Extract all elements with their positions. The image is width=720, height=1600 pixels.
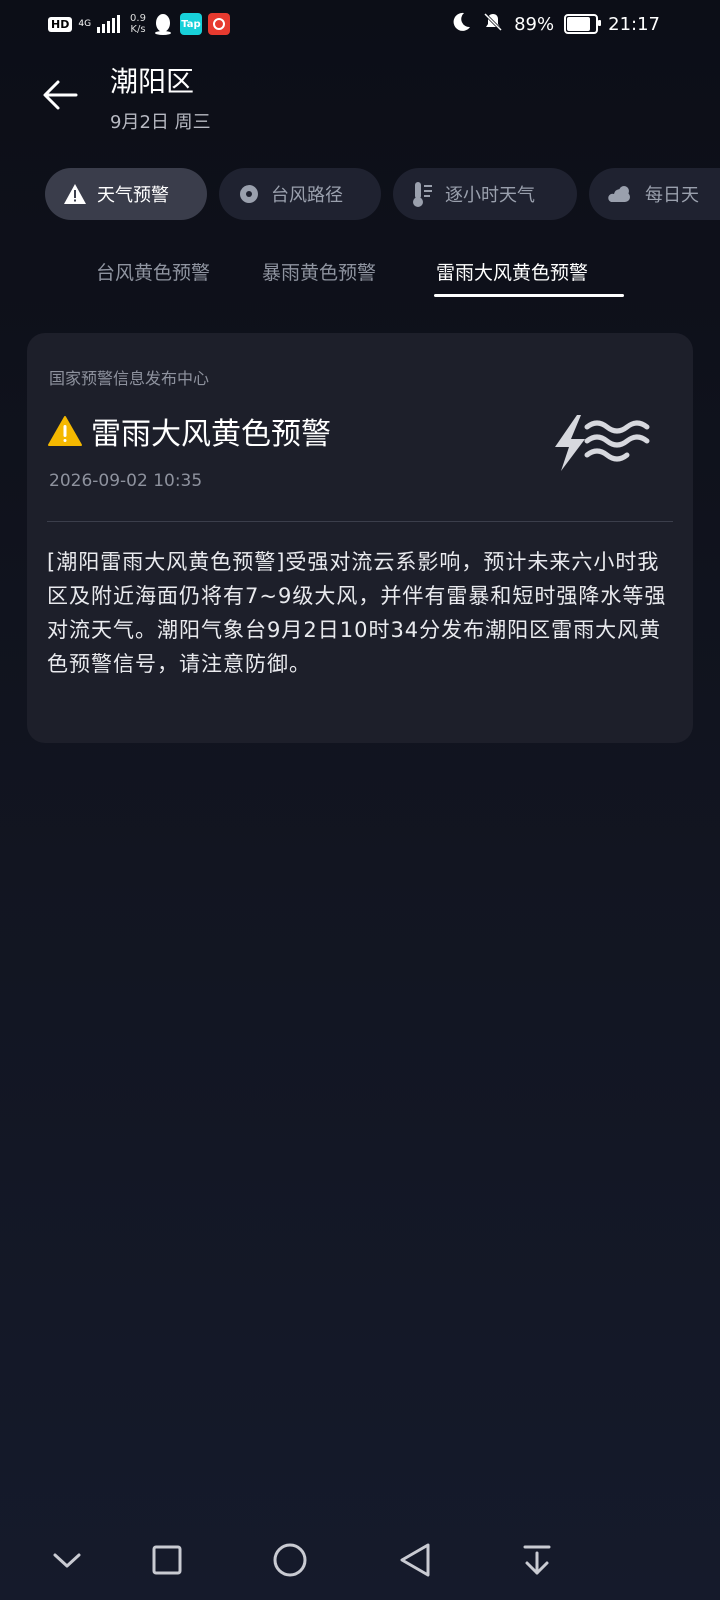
recents-icon: [152, 1545, 182, 1575]
china-mobile-icon: [207, 13, 230, 35]
thermometer-icon: [413, 182, 432, 207]
back-icon: [400, 1543, 430, 1577]
status-right: 89% 21:17: [450, 10, 660, 38]
warning-card: 国家预警信息发布中心 雷雨大风黄色预警 2026-09-02 10:35 [潮阳…: [27, 333, 693, 743]
chip-daily-weather[interactable]: 每日天: [589, 168, 720, 220]
collapse-icon: [53, 1553, 81, 1568]
speed-unit: K/s: [130, 24, 146, 35]
chip-label: 天气预警: [97, 185, 169, 206]
card-divider: [47, 521, 673, 522]
system-nav-bar: [0, 1520, 720, 1600]
warning-timestamp: 2026-09-02 10:35: [49, 471, 203, 491]
network-speed: 0.9 K/s: [130, 13, 146, 35]
notification-pull-button[interactable]: [515, 1538, 559, 1582]
network-type: 4G: [78, 19, 92, 29]
back-button[interactable]: [40, 74, 82, 116]
typhoon-icon: [239, 182, 258, 203]
taptap-icon: Tap: [179, 13, 202, 35]
speed-value: 0.9: [130, 13, 146, 24]
warning-heading: 雷雨大风黄色预警: [47, 409, 331, 453]
collapse-button[interactable]: [45, 1538, 89, 1582]
battery-percent: 89%: [514, 13, 555, 35]
battery-fill: [567, 17, 591, 31]
qq-icon: [152, 13, 174, 35]
chip-typhoon-path[interactable]: 台风路径: [219, 168, 381, 220]
back-nav-button[interactable]: [393, 1538, 437, 1582]
page-title: 潮阳区: [110, 65, 195, 98]
moon-icon: [450, 11, 472, 38]
page-subtitle: 9月2日 周三: [110, 112, 211, 133]
signal-icon: [97, 15, 121, 33]
feature-chips: 天气预警 台风路径 逐小时天气 每日天: [45, 168, 720, 222]
battery-icon: [564, 14, 602, 34]
tab-rainstorm-yellow[interactable]: 暴雨黄色预警: [262, 258, 376, 285]
active-tab-indicator: [434, 294, 624, 297]
hd-badge: HD: [48, 16, 73, 32]
status-bar: HD 4G 0.9 K/s Tap 89% 21:17: [0, 0, 720, 48]
warning-source: 国家预警信息发布中心: [49, 369, 210, 388]
partly-cloudy-icon: [608, 186, 630, 202]
chip-weather-warning[interactable]: 天气预警: [45, 168, 207, 220]
warning-icon: [64, 184, 86, 204]
chip-label: 台风路径: [271, 185, 343, 206]
home-button[interactable]: [268, 1538, 312, 1582]
chip-label: 每日天: [645, 185, 699, 206]
clock: 21:17: [608, 13, 660, 35]
status-left: HD 4G 0.9 K/s Tap: [48, 10, 230, 38]
yellow-warning-icon: [48, 416, 82, 446]
chip-hourly-weather[interactable]: 逐小时天气: [393, 168, 577, 220]
home-icon: [273, 1543, 307, 1577]
warning-title: 雷雨大风黄色预警: [91, 417, 331, 452]
chip-label: 逐小时天气: [445, 185, 535, 206]
tab-typhoon-yellow[interactable]: 台风黄色预警: [96, 258, 210, 285]
arrow-left-icon: [43, 80, 78, 110]
thunder-wind-icon: [555, 415, 650, 471]
notification-pull-icon: [523, 1545, 551, 1575]
recents-button[interactable]: [145, 1538, 189, 1582]
mute-bell-icon: [482, 11, 504, 38]
tab-thunder-wind-yellow[interactable]: 雷雨大风黄色预警: [436, 258, 588, 285]
warning-body: [潮阳雷雨大风黄色预警]受强对流云系影响，预计未来六小时我区及附近海面仍将有7~…: [47, 550, 667, 676]
